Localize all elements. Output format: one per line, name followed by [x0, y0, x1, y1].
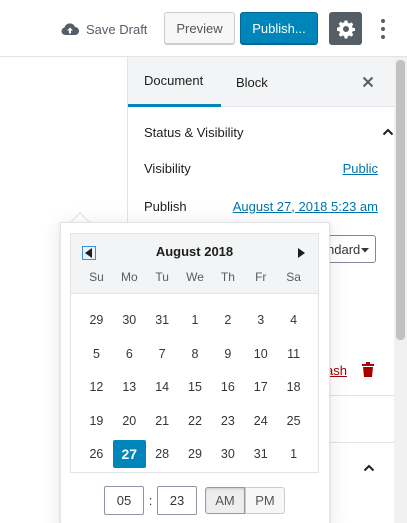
weekday-label: Mo — [120, 270, 138, 284]
pm-button[interactable]: PM — [245, 487, 285, 514]
publish-row: Publish August 27, 2018 5:23 am — [144, 197, 378, 215]
calendar-month-label: August 2018 — [155, 244, 234, 259]
calendar-grid: 29 30 31 1 2 3 4 5 6 7 8 9 10 11 12 13 1… — [80, 306, 310, 474]
publish-button[interactable]: Publish... — [240, 12, 318, 45]
weekday-label: Fr — [255, 270, 267, 284]
calendar-day[interactable]: 16 — [211, 373, 244, 401]
editor-toolbar: Save Draft Preview Publish... — [0, 0, 407, 57]
calendar-day[interactable]: 9 — [211, 340, 244, 368]
calendar-day[interactable]: 30 — [113, 306, 146, 334]
calendar-day[interactable]: 28 — [146, 440, 179, 468]
weekday-label: Tu — [155, 270, 169, 284]
calendar-week: 5 6 7 8 9 10 11 — [80, 340, 310, 374]
calendar-week: 12 13 14 15 16 17 18 — [80, 373, 310, 407]
weekday-label: We — [186, 270, 204, 284]
weekday-label: Su — [89, 270, 104, 284]
calendar-day[interactable]: 11 — [277, 340, 310, 368]
settings-button[interactable] — [329, 12, 362, 45]
minutes-input[interactable]: 23 — [157, 486, 197, 515]
calendar-day[interactable]: 10 — [244, 340, 277, 368]
chevron-up-icon — [382, 128, 394, 136]
save-draft-label: Save Draft — [86, 21, 148, 37]
time-picker: 05 : 23 — [104, 486, 197, 515]
calendar-day[interactable]: 29 — [179, 440, 212, 468]
calendar-day[interactable]: 22 — [179, 407, 212, 435]
calendar-day[interactable]: 4 — [277, 306, 310, 334]
close-sidebar-button[interactable] — [358, 72, 378, 92]
panel-title: Status & Visibility — [144, 124, 244, 140]
visibility-link[interactable]: Public — [343, 161, 378, 176]
gear-icon — [336, 20, 355, 38]
cloud-upload-icon — [61, 23, 79, 35]
calendar-day[interactable]: 3 — [244, 306, 277, 334]
weekday-label: Sa — [286, 270, 301, 284]
am-button[interactable]: AM — [205, 487, 245, 514]
calendar-week: 26 27 28 29 30 31 1 — [80, 440, 310, 474]
calendar-day[interactable]: 6 — [113, 340, 146, 368]
close-icon — [362, 76, 374, 88]
calendar-day[interactable]: 13 — [113, 373, 146, 401]
publish-date-link[interactable]: August 27, 2018 5:23 am — [233, 199, 378, 214]
select-caret-icon — [361, 248, 369, 253]
next-month-button[interactable] — [294, 246, 308, 260]
visibility-row: Visibility Public — [144, 159, 378, 177]
calendar-day[interactable]: 30 — [211, 440, 244, 468]
sidebar-scroll-thumb[interactable] — [396, 60, 405, 340]
status-visibility-panel-toggle[interactable]: Status & Visibility — [144, 122, 394, 142]
arrow-right-icon — [298, 248, 305, 258]
calendar-day[interactable]: 23 — [211, 407, 244, 435]
calendar-day[interactable]: 1 — [277, 440, 310, 468]
calendar-day[interactable]: 20 — [113, 407, 146, 435]
calendar-day[interactable]: 2 — [211, 306, 244, 334]
calendar-day[interactable]: 26 — [80, 440, 113, 468]
chevron-up-icon[interactable] — [363, 462, 375, 474]
calendar-weekdays: Su Mo Tu We Th Fr Sa — [80, 270, 310, 284]
calendar-day-selected[interactable]: 27 — [112, 440, 146, 468]
tab-block[interactable]: Block — [220, 57, 280, 107]
calendar-week: 29 30 31 1 2 3 4 — [80, 306, 310, 340]
weekday-label: Th — [220, 270, 235, 284]
trash-icon[interactable] — [361, 362, 375, 378]
tab-document[interactable]: Document — [128, 57, 221, 107]
calendar-day[interactable]: 24 — [244, 407, 277, 435]
calendar-day[interactable]: 19 — [80, 407, 113, 435]
calendar-day[interactable]: 21 — [146, 407, 179, 435]
calendar-day[interactable]: 5 — [80, 340, 113, 368]
calendar-day[interactable]: 31 — [146, 306, 179, 334]
calendar-day[interactable]: 25 — [277, 407, 310, 435]
calendar-header: August 2018 Su Mo Tu We Th Fr Sa — [71, 234, 318, 294]
publish-label: Publish — [144, 198, 187, 214]
post-format-select-value: ndard — [327, 241, 361, 257]
more-options-icon[interactable] — [376, 16, 390, 42]
calendar-day[interactable]: 12 — [80, 373, 113, 401]
calendar-day[interactable]: 1 — [179, 306, 212, 334]
calendar-day[interactable]: 17 — [244, 373, 277, 401]
calendar-day[interactable]: 31 — [244, 440, 277, 468]
calendar-day[interactable]: 8 — [179, 340, 212, 368]
calendar-day[interactable]: 29 — [80, 306, 113, 334]
sidebar-tabs: Document Block — [128, 57, 407, 107]
hours-input[interactable]: 05 — [104, 486, 144, 515]
time-separator: : — [148, 493, 153, 508]
calendar-week: 19 20 21 22 23 24 25 — [80, 407, 310, 441]
calendar: August 2018 Su Mo Tu We Th Fr Sa 29 30 3… — [70, 233, 319, 473]
save-draft-button[interactable]: Save Draft — [60, 19, 147, 39]
post-format-select[interactable]: ndard — [324, 235, 376, 263]
calendar-day[interactable]: 18 — [277, 373, 310, 401]
calendar-day[interactable]: 15 — [179, 373, 212, 401]
preview-button[interactable]: Preview — [164, 12, 235, 45]
calendar-day[interactable]: 14 — [146, 373, 179, 401]
visibility-label: Visibility — [144, 160, 191, 176]
calendar-day[interactable]: 7 — [146, 340, 179, 368]
